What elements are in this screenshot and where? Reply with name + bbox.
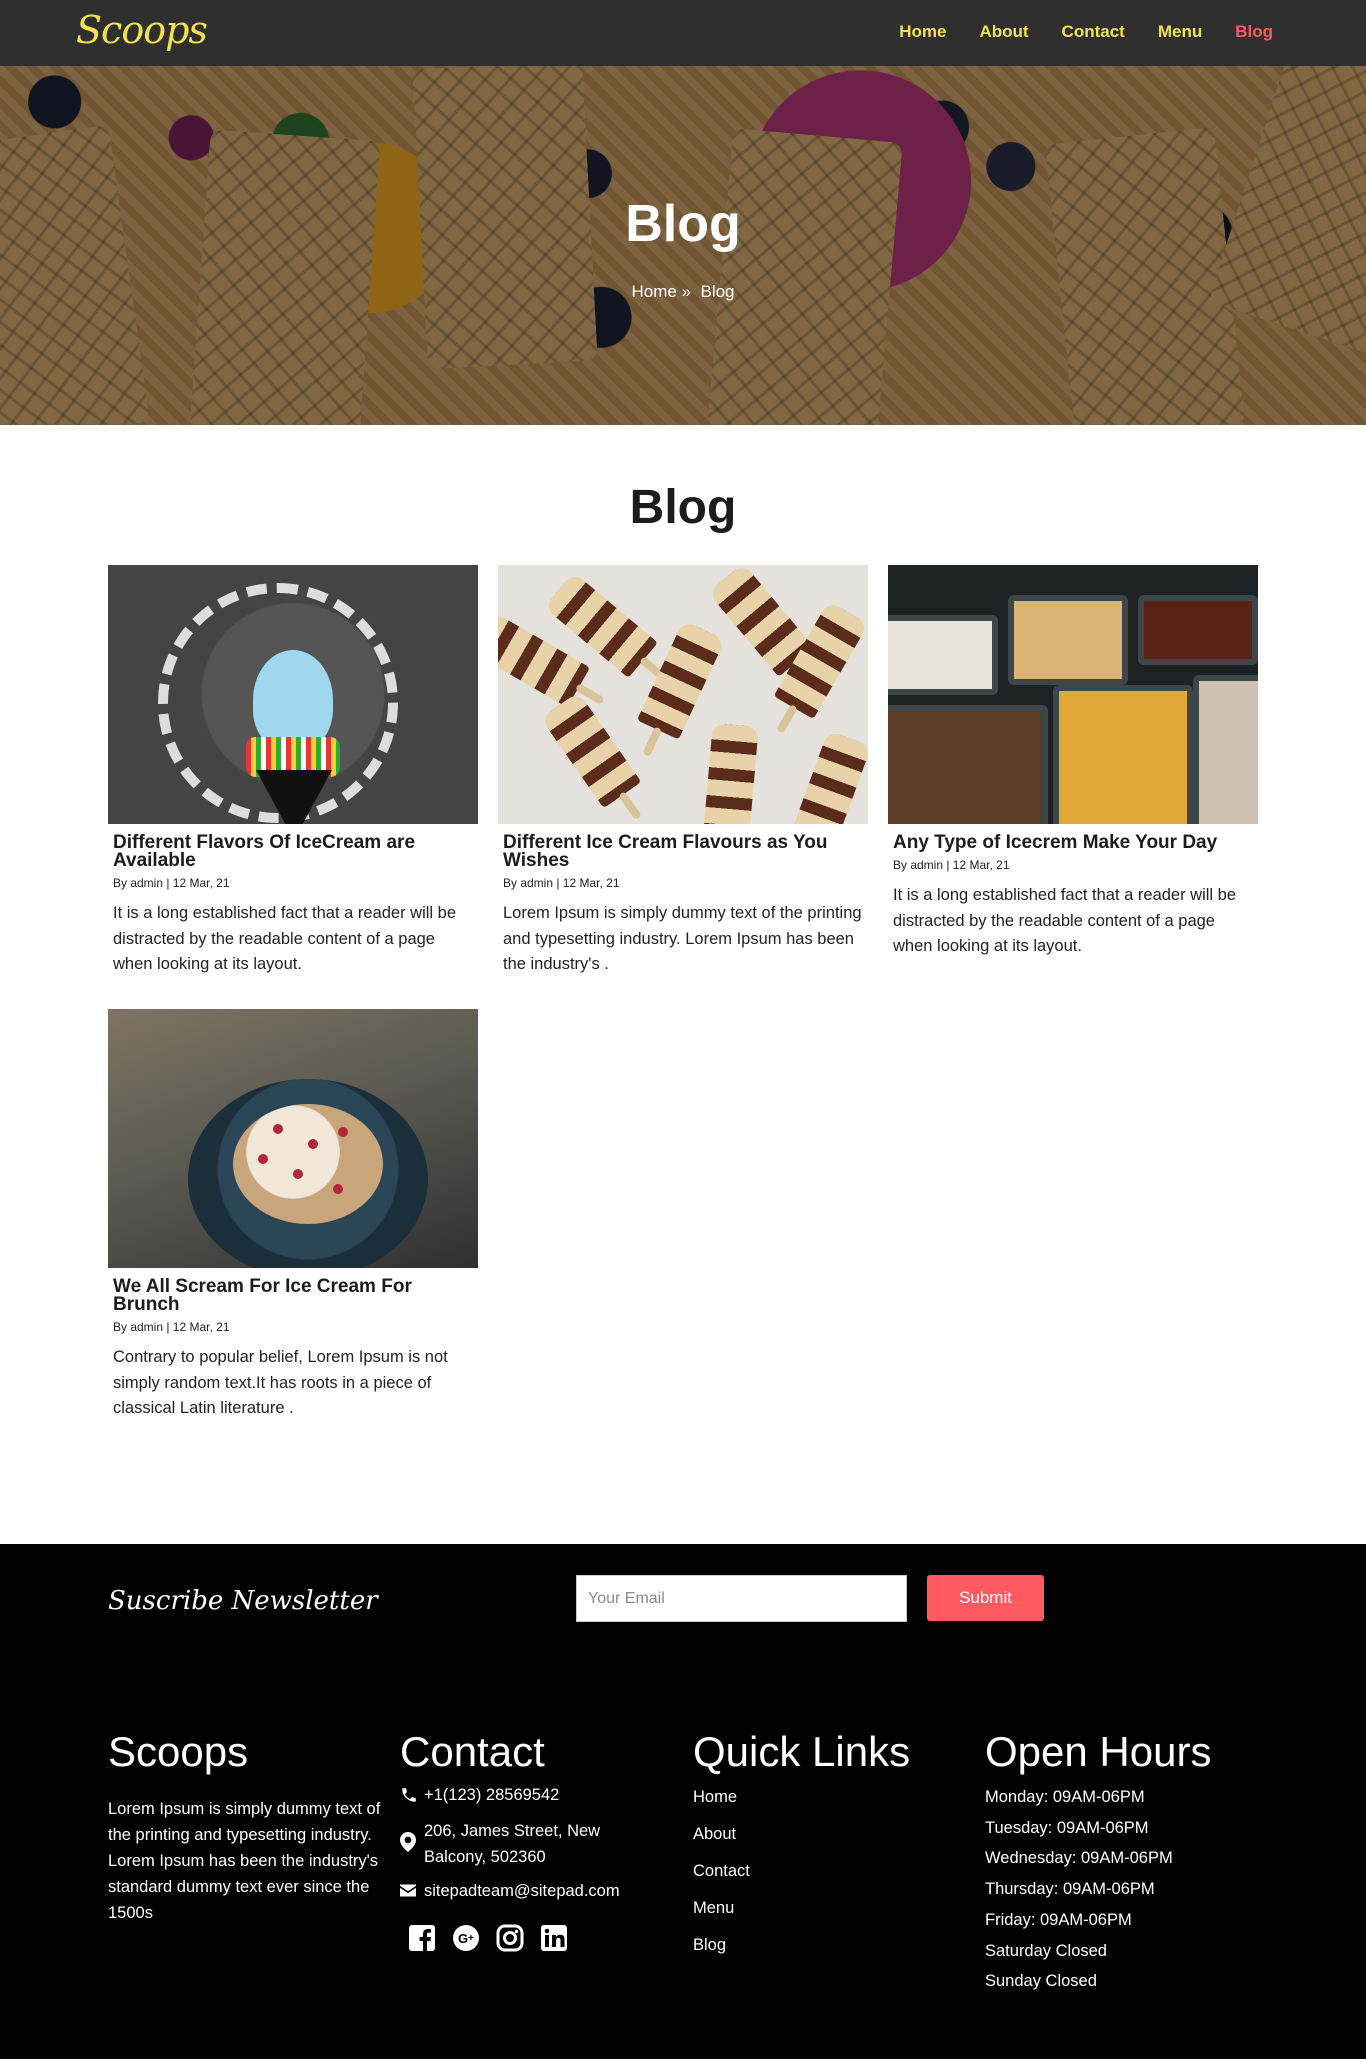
contact-address-row: 206, James Street, New Balcony, 502360	[400, 1818, 660, 1870]
footer-about-heading: Scoops	[108, 1728, 249, 1775]
newsletter-label: Suscribe Newsletter	[108, 1586, 378, 1616]
blog-card-title[interactable]: Any Type of Icecrem Make Your Day	[893, 833, 1253, 852]
breadcrumb-separator: »	[681, 282, 692, 301]
blog-card: Any Type of Icecrem Make Your Day By adm…	[888, 565, 1258, 960]
newsletter-submit-button[interactable]: Submit	[927, 1575, 1044, 1621]
phone-icon	[400, 1782, 424, 1804]
blog-card-meta: By admin | 12 Mar, 21	[893, 858, 1010, 872]
quick-link-about[interactable]: About	[693, 1825, 910, 1844]
nav-link-home[interactable]: Home	[899, 22, 946, 42]
quick-link-home[interactable]: Home	[693, 1788, 910, 1807]
hours-row: Tuesday: 09AM-06PM	[985, 1818, 1149, 1837]
contact-email[interactable]: sitepadteam@sitepad.com	[424, 1878, 620, 1904]
envelope-icon	[400, 1878, 424, 1897]
blog-card-excerpt: It is a long established fact that a rea…	[113, 904, 457, 973]
nav-link-about[interactable]: About	[979, 22, 1028, 42]
ice-cream-scoop-shape	[253, 650, 333, 750]
main-nav: Home About Contact Menu Blog	[899, 22, 1273, 42]
blog-card-excerpt: Contrary to popular belief, Lorem Ipsum …	[113, 1348, 448, 1417]
footer-contact-column: Contact +1(123) 28569542 206, James Stre…	[400, 1728, 660, 1952]
ice-cream-tray-shape	[888, 705, 1048, 824]
footer-hours-column: Open Hours Monday: 09AM-06PM Tuesday: 09…	[985, 1728, 1211, 1997]
popsicle-shape	[540, 691, 642, 809]
hours-row: Monday: 09AM-06PM	[985, 1788, 1145, 1806]
hero-title: Blog	[625, 195, 741, 253]
popsicle-shape	[790, 730, 868, 824]
blog-card-meta: By admin | 12 Mar, 21	[113, 876, 230, 890]
footer-quick-links-column: Quick Links Home About Contact Menu Blog	[693, 1728, 910, 1973]
site-footer: Suscribe Newsletter Submit Scoops Lorem …	[0, 1544, 1366, 2059]
quick-link-contact[interactable]: Contact	[693, 1862, 910, 1881]
ice-cream-tray-shape	[1008, 595, 1128, 685]
blog-card-meta: By admin | 12 Mar, 21	[113, 1320, 230, 1334]
contact-address: 206, James Street, New Balcony, 502360	[424, 1822, 601, 1866]
linkedin-icon[interactable]	[540, 1924, 568, 1952]
blog-card: We All Scream For Ice Cream For Brunch B…	[108, 1009, 478, 1422]
hours-row: Saturday Closed	[985, 1941, 1107, 1960]
blog-card: Different Flavors Of IceCream are Availa…	[108, 565, 478, 978]
blog-card-image[interactable]	[108, 565, 478, 824]
dessert-shape	[233, 1104, 383, 1224]
contact-phone-row: +1(123) 28569542	[400, 1782, 660, 1808]
blog-card-title[interactable]: Different Flavors Of IceCream are Availa…	[113, 833, 473, 870]
instagram-icon[interactable]	[496, 1924, 524, 1952]
footer-about-column: Scoops Lorem Ipsum is simply dummy text …	[108, 1728, 388, 1926]
hours-row: Wednesday: 09AM-06PM	[985, 1849, 1173, 1868]
ice-cream-tray-shape	[1193, 675, 1258, 824]
blog-card-excerpt: It is a long established fact that a rea…	[893, 886, 1237, 955]
hero-banner: Blog Home » Blog	[0, 66, 1366, 425]
footer-contact-heading: Contact	[400, 1728, 545, 1775]
blog-card-title[interactable]: We All Scream For Ice Cream For Brunch	[113, 1277, 473, 1314]
contact-phone[interactable]: +1(123) 28569542	[424, 1782, 559, 1808]
ice-cream-tray-shape	[1138, 595, 1258, 665]
blog-card-excerpt: Lorem Ipsum is simply dummy text of the …	[503, 904, 862, 973]
berry-shape	[333, 1184, 343, 1194]
nav-link-contact[interactable]: Contact	[1062, 22, 1125, 42]
hours-row: Sunday Closed	[985, 1972, 1097, 1991]
berry-shape	[258, 1154, 268, 1164]
blog-card-image[interactable]	[108, 1009, 478, 1268]
blog-card: Different Ice Cream Flavours as You Wish…	[498, 565, 868, 978]
contact-email-row: sitepadteam@sitepad.com	[400, 1878, 660, 1904]
blog-card-image[interactable]	[498, 565, 868, 824]
nav-link-menu[interactable]: Menu	[1158, 22, 1202, 42]
hours-row: Thursday: 09AM-06PM	[985, 1880, 1155, 1899]
cone-shape	[256, 770, 332, 824]
hours-list: Monday: 09AM-06PM Tuesday: 09AM-06PM Wed…	[985, 1782, 1211, 1997]
breadcrumb-home-link[interactable]: Home	[631, 282, 676, 301]
berry-shape	[293, 1169, 303, 1179]
svg-text:+: +	[468, 1933, 474, 1944]
svg-text:G: G	[458, 1931, 468, 1946]
quick-links-list: Home About Contact Menu Blog	[693, 1788, 910, 1955]
footer-hours-heading: Open Hours	[985, 1728, 1212, 1775]
ice-cream-tray-shape	[888, 615, 998, 695]
social-links: G +	[408, 1924, 660, 1952]
hours-row: Friday: 09AM-06PM	[985, 1910, 1132, 1929]
site-logo[interactable]: Scoops	[76, 8, 208, 52]
berry-shape	[308, 1139, 318, 1149]
quick-link-menu[interactable]: Menu	[693, 1899, 910, 1918]
berry-shape	[338, 1127, 348, 1137]
google-plus-icon[interactable]: G +	[452, 1924, 480, 1952]
breadcrumb-current: Blog	[700, 282, 735, 301]
location-pin-icon	[400, 1818, 424, 1852]
breadcrumb: Home » Blog	[0, 282, 1366, 302]
newsletter-email-input[interactable]	[576, 1575, 907, 1622]
blog-card-meta: By admin | 12 Mar, 21	[503, 876, 620, 890]
quick-link-blog[interactable]: Blog	[693, 1936, 910, 1955]
footer-about-text: Lorem Ipsum is simply dummy text of the …	[108, 1800, 381, 1922]
berry-shape	[273, 1124, 283, 1134]
ice-cream-tray-shape	[1053, 685, 1193, 824]
facebook-icon[interactable]	[408, 1924, 436, 1952]
blog-section-title: Blog	[629, 481, 737, 534]
footer-quick-links-heading: Quick Links	[693, 1728, 911, 1775]
blog-card-title[interactable]: Different Ice Cream Flavours as You Wish…	[503, 833, 863, 870]
top-navbar: Scoops Home About Contact Menu Blog	[0, 0, 1366, 66]
blog-card-image[interactable]	[888, 565, 1258, 824]
nav-link-blog[interactable]: Blog	[1235, 22, 1273, 42]
popsicle-shape	[703, 723, 759, 824]
